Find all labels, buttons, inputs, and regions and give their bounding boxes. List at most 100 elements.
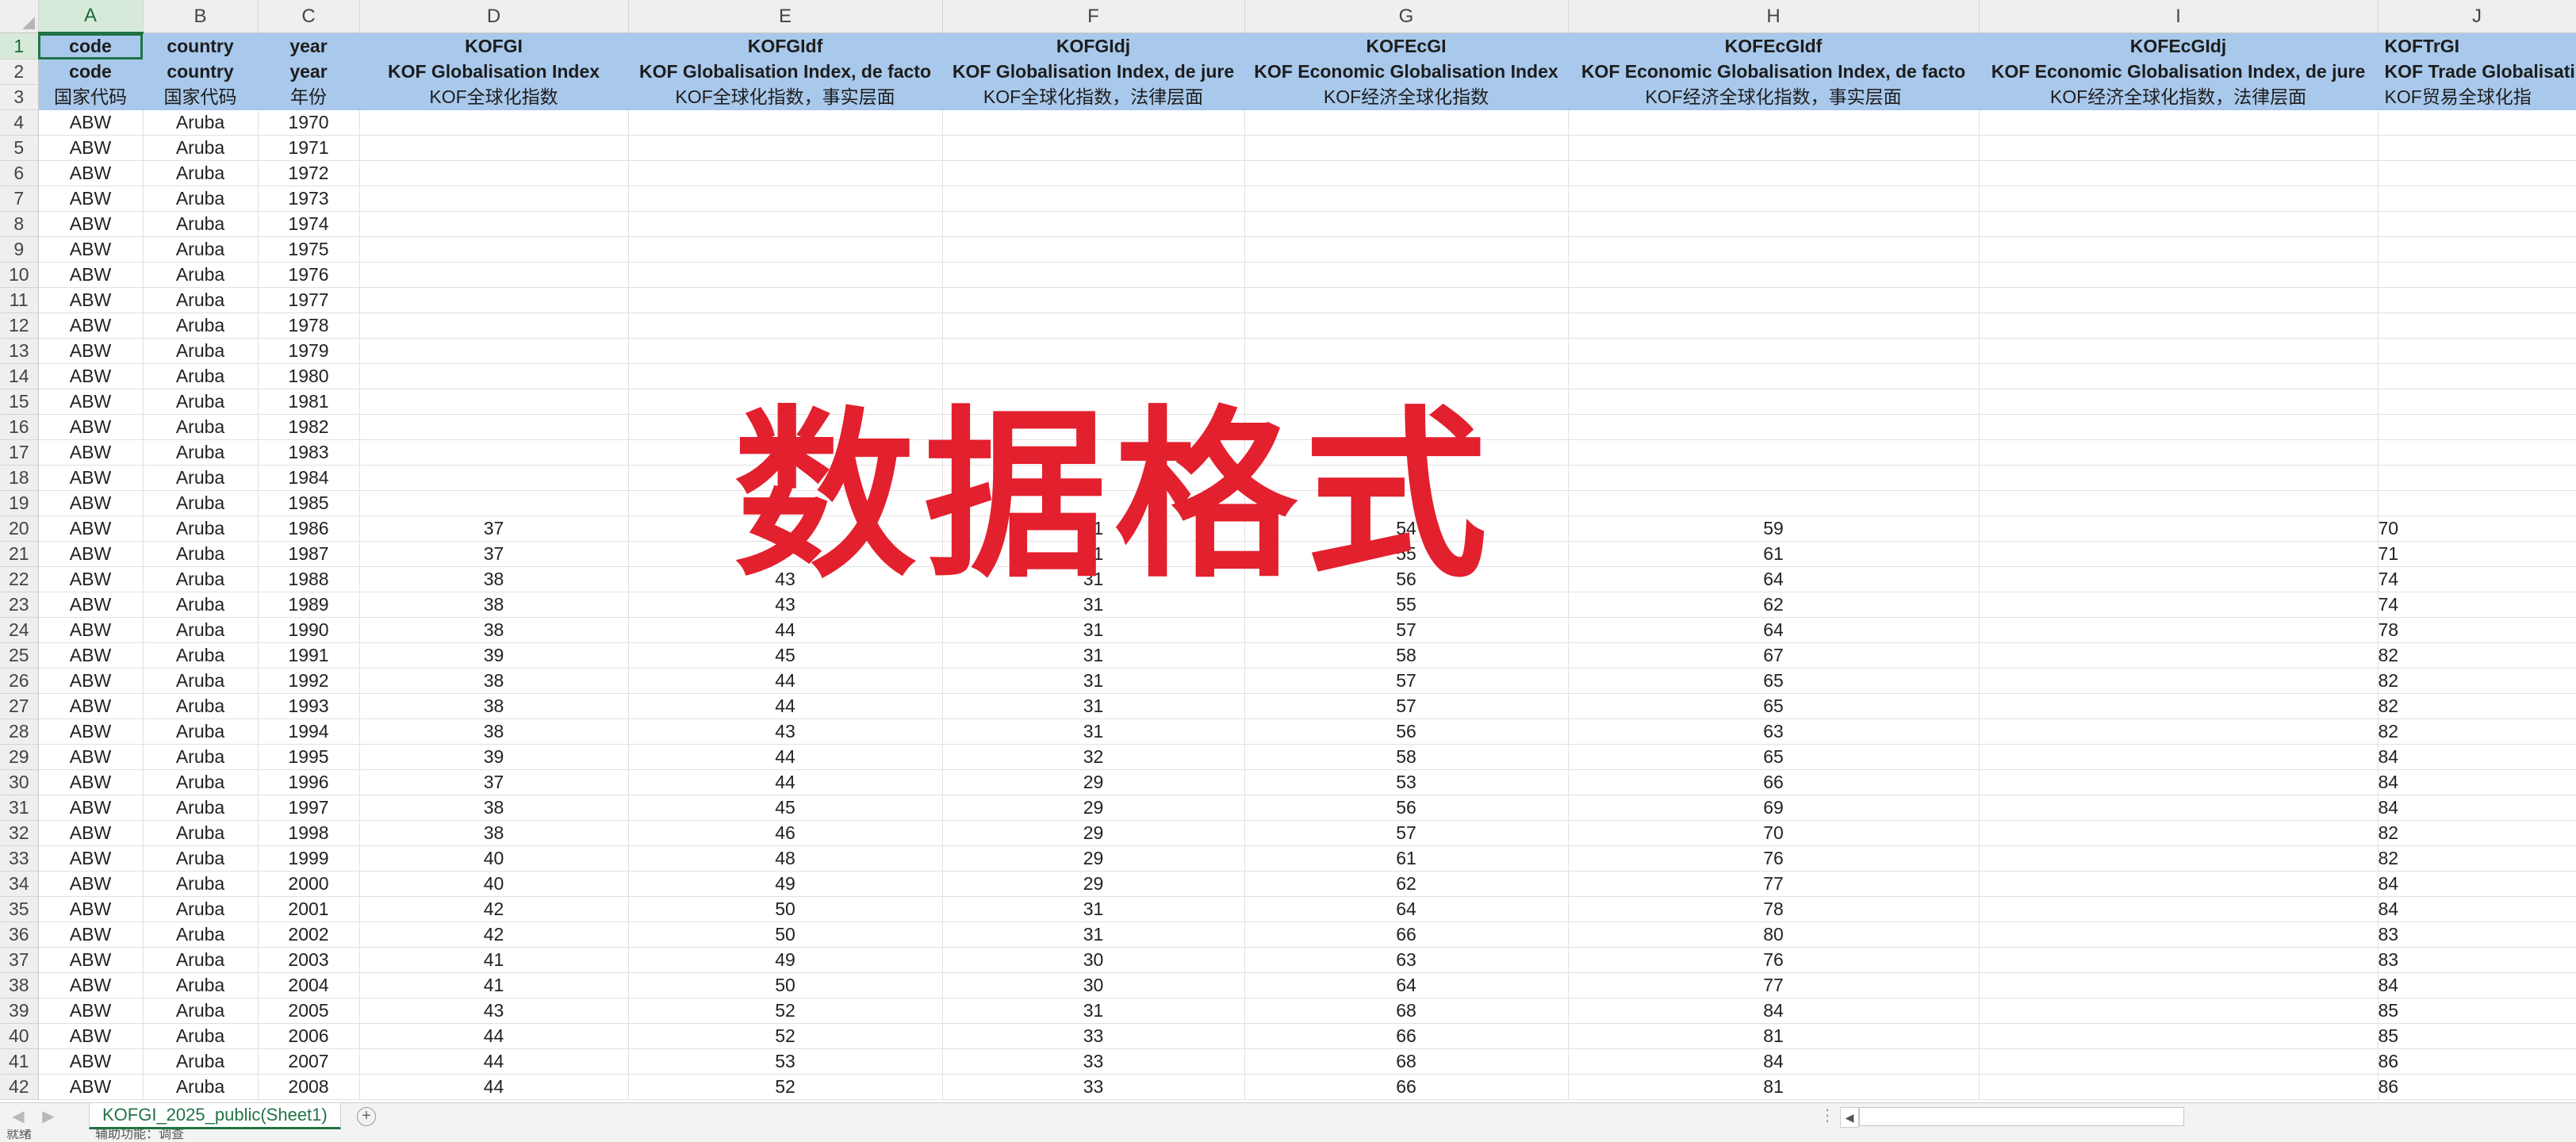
- cell-d18[interactable]: [359, 465, 629, 491]
- cell-b11[interactable]: Aruba: [143, 287, 259, 313]
- row-header[interactable]: 31: [0, 795, 39, 821]
- cell-b1[interactable]: country: [143, 33, 259, 59]
- cell-i3[interactable]: KOF经济全球化指数，法律层面: [1979, 84, 2379, 110]
- cell-a12[interactable]: ABW: [38, 312, 144, 339]
- cell-c13[interactable]: 1979: [258, 338, 360, 364]
- cell-i41[interactable]: [1979, 1048, 2379, 1075]
- cell-g25[interactable]: 58: [1244, 642, 1569, 669]
- cell-i32[interactable]: [1979, 820, 2379, 846]
- cell-h10[interactable]: [1568, 262, 1980, 288]
- cell-i34[interactable]: [1979, 871, 2379, 897]
- cell-f40[interactable]: 33: [942, 1023, 1245, 1049]
- cell-d37[interactable]: 41: [359, 947, 629, 973]
- cell-h14[interactable]: [1568, 363, 1980, 389]
- cell-b5[interactable]: Aruba: [143, 135, 259, 161]
- cell-d26[interactable]: 38: [359, 668, 629, 694]
- cell-b38[interactable]: Aruba: [143, 972, 259, 998]
- cell-f33[interactable]: 29: [942, 845, 1245, 872]
- cell-e29[interactable]: 44: [628, 744, 943, 770]
- cell-a21[interactable]: ABW: [38, 541, 144, 567]
- row-header[interactable]: 25: [0, 642, 39, 669]
- cell-f23[interactable]: 31: [942, 592, 1245, 618]
- cell-g3[interactable]: KOF经济全球化指数: [1244, 84, 1569, 110]
- cell-j34[interactable]: 84: [2378, 871, 2576, 897]
- cell-c12[interactable]: 1978: [258, 312, 360, 339]
- cell-a2[interactable]: code: [38, 59, 144, 85]
- cell-c15[interactable]: 1981: [258, 389, 360, 415]
- cell-j32[interactable]: 82: [2378, 820, 2576, 846]
- cell-e9[interactable]: [628, 236, 943, 263]
- cell-j14[interactable]: [2378, 363, 2576, 389]
- cell-j24[interactable]: 78: [2378, 617, 2576, 643]
- cell-d25[interactable]: 39: [359, 642, 629, 669]
- cell-b23[interactable]: Aruba: [143, 592, 259, 618]
- cell-e37[interactable]: 49: [628, 947, 943, 973]
- cell-j39[interactable]: 85: [2378, 998, 2576, 1024]
- cell-g34[interactable]: 62: [1244, 871, 1569, 897]
- cell-h16[interactable]: [1568, 414, 1980, 440]
- cell-d6[interactable]: [359, 160, 629, 186]
- cell-c40[interactable]: 2006: [258, 1023, 360, 1049]
- cell-c41[interactable]: 2007: [258, 1048, 360, 1075]
- cell-i5[interactable]: [1979, 135, 2379, 161]
- cell-f28[interactable]: 31: [942, 719, 1245, 745]
- cell-a6[interactable]: ABW: [38, 160, 144, 186]
- cell-c38[interactable]: 2004: [258, 972, 360, 998]
- cell-h29[interactable]: 65: [1568, 744, 1980, 770]
- cell-e11[interactable]: [628, 287, 943, 313]
- cell-d29[interactable]: 39: [359, 744, 629, 770]
- cell-b15[interactable]: Aruba: [143, 389, 259, 415]
- cell-a39[interactable]: ABW: [38, 998, 144, 1024]
- row-header[interactable]: 4: [0, 109, 39, 136]
- cell-g40[interactable]: 66: [1244, 1023, 1569, 1049]
- cell-e16[interactable]: [628, 414, 943, 440]
- cell-f21[interactable]: 31: [942, 541, 1245, 567]
- cell-g24[interactable]: 57: [1244, 617, 1569, 643]
- horizontal-scroll-thumb[interactable]: [1859, 1107, 2184, 1126]
- cell-a23[interactable]: ABW: [38, 592, 144, 618]
- cell-e13[interactable]: [628, 338, 943, 364]
- cell-d9[interactable]: [359, 236, 629, 263]
- cell-h3[interactable]: KOF经济全球化指数，事实层面: [1568, 84, 1980, 110]
- cell-e38[interactable]: 50: [628, 972, 943, 998]
- cell-a42[interactable]: ABW: [38, 1074, 144, 1100]
- cell-c17[interactable]: 1983: [258, 439, 360, 466]
- cell-b4[interactable]: Aruba: [143, 109, 259, 136]
- cell-d3[interactable]: KOF全球化指数: [359, 84, 629, 110]
- cell-i15[interactable]: [1979, 389, 2379, 415]
- cell-f30[interactable]: 29: [942, 769, 1245, 795]
- cell-f41[interactable]: 33: [942, 1048, 1245, 1075]
- cell-g19[interactable]: [1244, 490, 1569, 516]
- cell-h18[interactable]: [1568, 465, 1980, 491]
- cell-f12[interactable]: [942, 312, 1245, 339]
- cell-b33[interactable]: Aruba: [143, 845, 259, 872]
- cell-e4[interactable]: [628, 109, 943, 136]
- row-header[interactable]: 20: [0, 515, 39, 542]
- cell-i18[interactable]: [1979, 465, 2379, 491]
- cell-f5[interactable]: [942, 135, 1245, 161]
- cell-f34[interactable]: 29: [942, 871, 1245, 897]
- cell-g31[interactable]: 56: [1244, 795, 1569, 821]
- cell-i11[interactable]: [1979, 287, 2379, 313]
- cell-c30[interactable]: 1996: [258, 769, 360, 795]
- cell-h32[interactable]: 70: [1568, 820, 1980, 846]
- cell-c42[interactable]: 2008: [258, 1074, 360, 1100]
- cell-a24[interactable]: ABW: [38, 617, 144, 643]
- cell-f39[interactable]: 31: [942, 998, 1245, 1024]
- cell-f24[interactable]: 31: [942, 617, 1245, 643]
- row-header[interactable]: 33: [0, 845, 39, 872]
- cell-c21[interactable]: 1987: [258, 541, 360, 567]
- cell-b6[interactable]: Aruba: [143, 160, 259, 186]
- cell-d22[interactable]: 38: [359, 566, 629, 592]
- cell-i35[interactable]: [1979, 896, 2379, 922]
- cell-c26[interactable]: 1992: [258, 668, 360, 694]
- cell-d4[interactable]: [359, 109, 629, 136]
- row-header[interactable]: 8: [0, 211, 39, 237]
- sheet-tab-active[interactable]: KOFGI_2025_public(Sheet1): [89, 1103, 341, 1130]
- cell-h25[interactable]: 67: [1568, 642, 1980, 669]
- cell-d17[interactable]: [359, 439, 629, 466]
- cell-h37[interactable]: 76: [1568, 947, 1980, 973]
- cell-i12[interactable]: [1979, 312, 2379, 339]
- cell-i40[interactable]: [1979, 1023, 2379, 1049]
- cell-g8[interactable]: [1244, 211, 1569, 237]
